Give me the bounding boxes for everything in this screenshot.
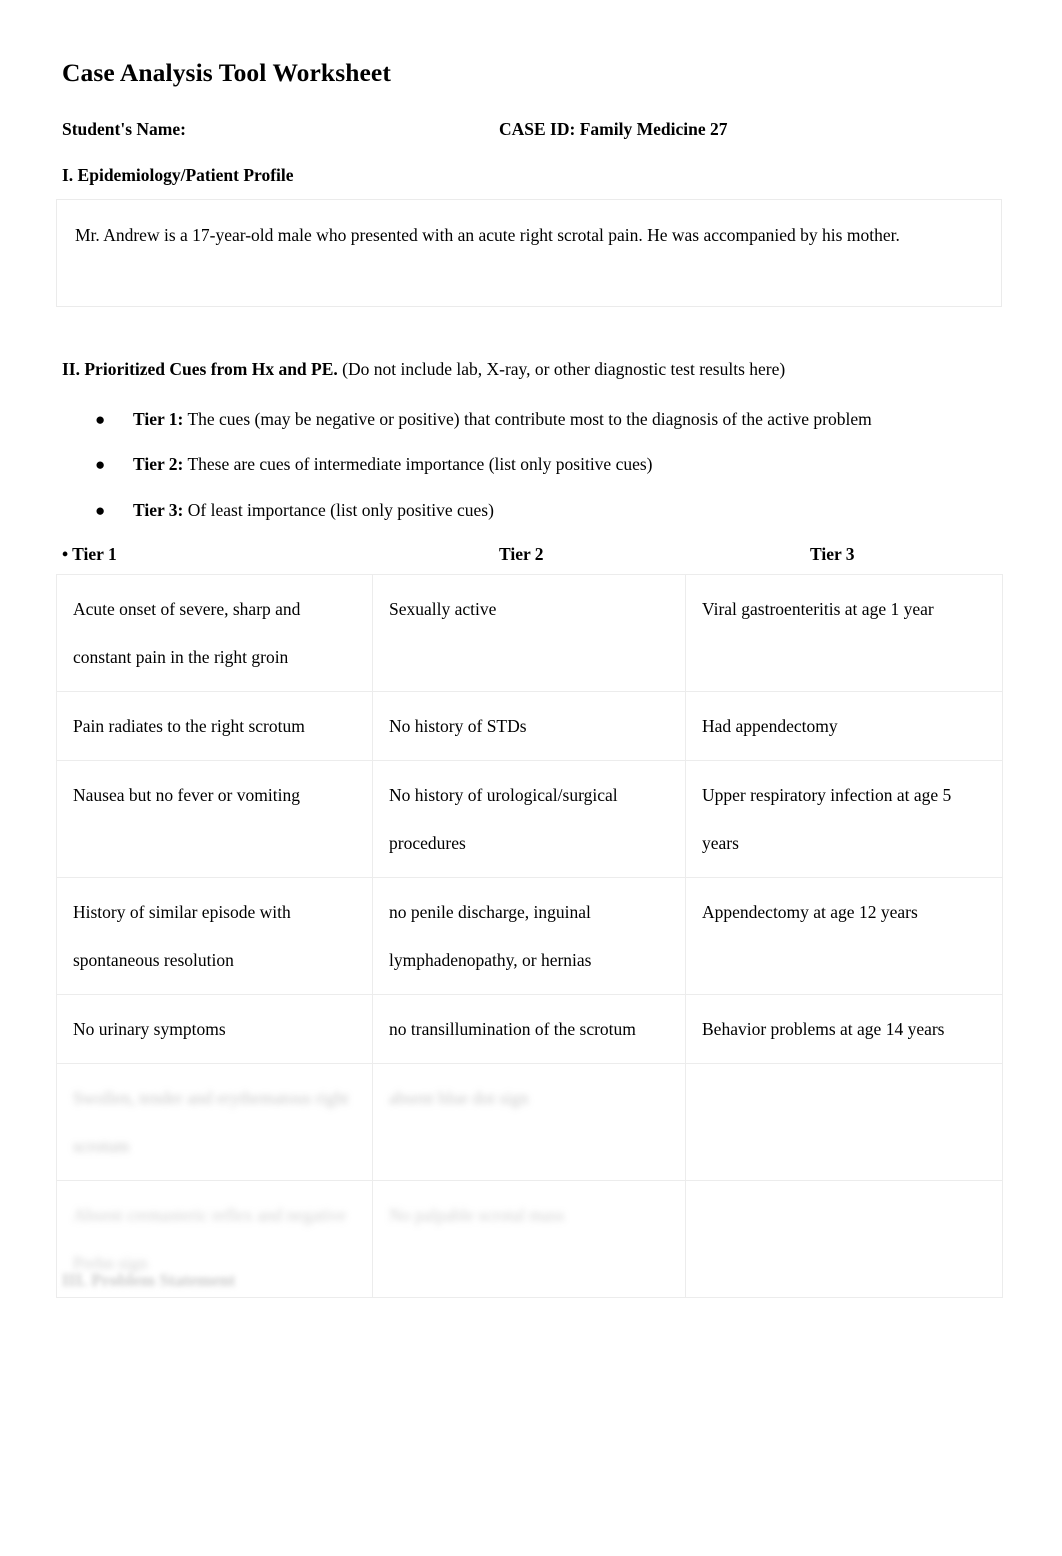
page-title: Case Analysis Tool Worksheet <box>62 58 391 87</box>
table-row-redacted: Swollen, tender and erythematous right s… <box>56 1063 1003 1181</box>
patient-profile-box: Mr. Andrew is a 17-year-old male who pre… <box>56 199 1002 307</box>
cell-tier3 <box>685 1180 1003 1298</box>
bullet-icon: ● <box>95 410 106 429</box>
cell-tier3: Had appendectomy <box>685 691 1003 761</box>
bullet-icon: ● <box>95 455 106 474</box>
tier-3-description: Of least importance (list only positive … <box>183 500 494 520</box>
column-header-tier-2: Tier 2 <box>499 544 544 564</box>
student-name-label: Student's Name: <box>62 119 186 139</box>
section-3-heading: III. Problem Statement <box>62 1270 236 1290</box>
cell-tier1: Nausea but no fever or vomiting <box>56 760 373 878</box>
worksheet-page: Case Analysis Tool Worksheet Student's N… <box>0 0 1062 1556</box>
tier-1-label: Tier 1: <box>133 409 184 429</box>
bullet-icon: ● <box>95 501 106 520</box>
table-row: History of similar episode with spontane… <box>56 877 1003 995</box>
tier-2-bullet: ● Tier 2: These are cues of intermediate … <box>95 454 653 475</box>
tier-2-label: Tier 2: <box>133 454 184 474</box>
cell-tier2: no transillumination of the scrotum <box>372 994 686 1064</box>
tier-3-bullet: ● Tier 3: Of least importance (list only … <box>95 500 494 521</box>
cell-tier2: Sexually active <box>372 574 686 692</box>
tier-2-description: These are cues of intermediate importanc… <box>183 454 653 474</box>
section-2-heading-note: (Do not include lab, X-ray, or other dia… <box>337 359 786 379</box>
column-header-tier-1: • Tier 1 <box>62 544 117 564</box>
cues-table-body: Acute onset of severe, sharp and constan… <box>56 574 1003 1298</box>
tier-3-label: Tier 3: <box>133 500 184 520</box>
cell-tier2: no penile discharge, inguinal lymphadeno… <box>372 877 686 995</box>
section-2-heading-bold: II. Prioritized Cues from Hx and PE. <box>62 359 338 379</box>
tier-1-description: The cues (may be negative or positive) t… <box>183 409 872 429</box>
cell-tier2: absent blue dot sign <box>372 1063 686 1181</box>
case-id-label: CASE ID: Family Medicine 27 <box>499 119 728 139</box>
cell-tier3 <box>685 1063 1003 1181</box>
cell-tier2: No history of STDs <box>372 691 686 761</box>
patient-profile-text: Mr. Andrew is a 17-year-old male who pre… <box>75 225 900 245</box>
section-1-heading: I. Epidemiology/Patient Profile <box>62 165 294 185</box>
table-row: No urinary symptoms no transillumination… <box>56 994 1003 1064</box>
cell-tier1: History of similar episode with spontane… <box>56 877 373 995</box>
cell-tier1: Pain radiates to the right scrotum <box>56 691 373 761</box>
column-header-tier-3: Tier 3 <box>810 544 855 564</box>
cell-tier1: Acute onset of severe, sharp and constan… <box>56 574 373 692</box>
cell-tier1: No urinary symptoms <box>56 994 373 1064</box>
tier-1-bullet: ● Tier 1: The cues (may be negative or po… <box>95 409 872 430</box>
table-row: Acute onset of severe, sharp and constan… <box>56 574 1003 692</box>
cell-tier1: Swollen, tender and erythematous right s… <box>56 1063 373 1181</box>
cell-tier3: Behavior problems at age 14 years <box>685 994 1003 1064</box>
table-row: Pain radiates to the right scrotum No hi… <box>56 691 1003 761</box>
cell-tier3: Appendectomy at age 12 years <box>685 877 1003 995</box>
prioritized-cues-table: Acute onset of severe, sharp and constan… <box>56 574 1003 1298</box>
section-2-heading: II. Prioritized Cues from Hx and PE. (Do… <box>62 359 785 380</box>
cell-tier2: No history of urological/surgical proced… <box>372 760 686 878</box>
cell-tier3: Upper respiratory infection at age 5 yea… <box>685 760 1003 878</box>
table-row: Nausea but no fever or vomiting No histo… <box>56 760 1003 878</box>
cell-tier2: No palpable scrotal mass <box>372 1180 686 1298</box>
cell-tier3: Viral gastroenteritis at age 1 year <box>685 574 1003 692</box>
